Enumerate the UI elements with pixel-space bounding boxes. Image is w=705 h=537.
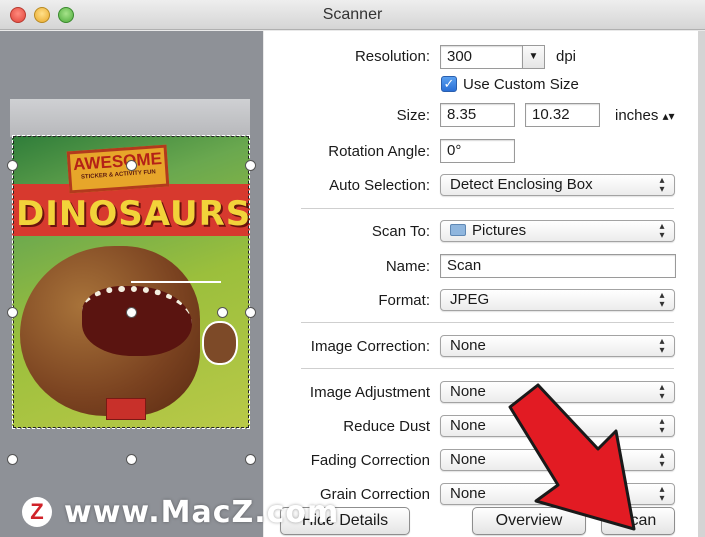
window-titlebar: Scanner	[0, 0, 705, 30]
selection-handle-top-left[interactable]	[7, 160, 18, 171]
selection-handle-left[interactable]	[7, 307, 18, 318]
rotation-handle-center[interactable]	[126, 307, 137, 318]
selection-handle-right[interactable]	[245, 307, 256, 318]
updown-arrows-icon: ▴▾	[659, 175, 665, 195]
selection-handle-bottom-left[interactable]	[7, 454, 18, 465]
red-pointer-arrow-icon	[508, 383, 636, 531]
watermark: Z www.MacZ.com	[22, 492, 339, 532]
size-width-input[interactable]: 8.35	[440, 103, 515, 127]
checkmark-icon: ✓	[443, 76, 455, 91]
resolution-dropdown-button[interactable]: ▼	[523, 45, 545, 69]
updown-arrows-icon: ▴▾	[659, 336, 665, 356]
use-custom-size-checkbox[interactable]: ✓	[441, 76, 457, 92]
selection-handle-top[interactable]	[126, 160, 137, 171]
image-correction-label: Image Correction:	[310, 338, 430, 355]
resolution-label: Resolution:	[354, 48, 430, 65]
window-title: Scanner	[322, 6, 383, 23]
rotation-angle-input[interactable]: 0°	[440, 139, 515, 163]
fading-correction-label: Fading Correction	[310, 452, 430, 469]
updown-arrows-icon: ▴▾	[662, 109, 675, 123]
chevron-down-icon: ▼	[528, 51, 539, 62]
section-divider	[301, 368, 674, 369]
watermark-text: www.MacZ.com	[64, 494, 340, 530]
selection-handle-bottom[interactable]	[126, 454, 137, 465]
rotation-angle-label: Rotation Angle:	[328, 143, 430, 160]
section-divider	[301, 322, 674, 323]
scan-to-label: Scan To:	[371, 223, 430, 240]
rotation-handle-line	[131, 281, 221, 283]
name-input[interactable]: Scan	[440, 254, 676, 278]
size-unit-popup[interactable]: inches ▴▾	[615, 107, 675, 124]
rotation-handle-end[interactable]	[217, 307, 228, 318]
format-popup[interactable]: JPEG ▴ ▾	[440, 289, 675, 311]
scan-to-popup[interactable]: Pictures ▴ ▾	[440, 220, 675, 242]
size-height-input[interactable]: 10.32	[525, 103, 600, 127]
folder-icon	[450, 224, 466, 236]
updown-arrows-icon: ▴▾	[659, 221, 665, 241]
resolution-unit: dpi	[556, 48, 577, 65]
section-divider	[301, 208, 674, 209]
image-adjustment-label: Image Adjustment	[309, 384, 430, 401]
format-label: Format:	[378, 292, 430, 309]
auto-selection-label: Auto Selection:	[329, 177, 430, 194]
watermark-logo-icon: Z	[22, 497, 52, 527]
updown-arrows-icon: ▴▾	[659, 290, 665, 310]
name-label: Name:	[385, 258, 430, 275]
scanner-bed-edge	[10, 99, 250, 137]
selection-handle-top-right[interactable]	[245, 160, 256, 171]
image-correction-popup[interactable]: None ▴ ▾	[440, 335, 675, 357]
use-custom-size-label: Use Custom Size	[463, 76, 579, 93]
selection-handle-bottom-right[interactable]	[245, 454, 256, 465]
reduce-dust-label: Reduce Dust	[343, 418, 430, 435]
auto-selection-popup[interactable]: Detect Enclosing Box ▴ ▾	[440, 174, 675, 196]
resolution-input[interactable]: 300	[440, 45, 523, 69]
size-label: Size:	[396, 107, 430, 124]
